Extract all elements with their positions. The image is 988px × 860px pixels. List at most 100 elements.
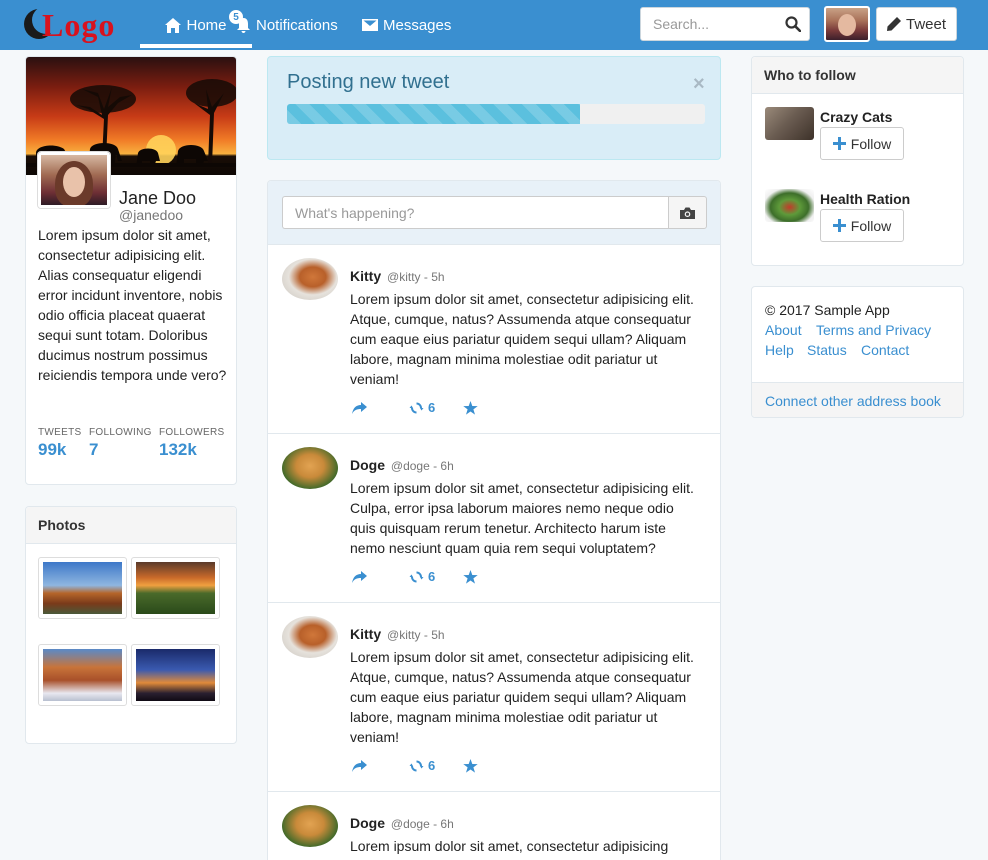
copyright: © 2017 Sample App xyxy=(765,302,890,318)
tweet-author[interactable]: Kitty @kitty - 5h xyxy=(350,268,445,284)
posting-progress-bar xyxy=(287,104,705,124)
share-icon xyxy=(352,759,367,772)
tweet-author[interactable]: Kitty @kitty - 5h xyxy=(350,626,445,642)
search-box xyxy=(640,7,810,41)
tweet-body: Lorem ipsum dolor sit amet, consectetur … xyxy=(350,291,694,387)
tweet-author-name: Kitty xyxy=(350,626,382,642)
tweet-author-name: Doge xyxy=(350,815,385,831)
stat-followers-value[interactable]: 132k xyxy=(159,440,197,460)
share-icon xyxy=(352,401,367,414)
logo[interactable]: Logo xyxy=(22,5,122,45)
profile-bio: Lorem ipsum dolor sit amet, consectetur … xyxy=(38,227,227,383)
stat-tweets-value[interactable]: 99k xyxy=(38,440,66,460)
stat-following-value[interactable]: 7 xyxy=(89,440,98,460)
home-icon xyxy=(165,17,182,33)
footer-link-terms[interactable]: Terms and Privacy xyxy=(816,322,931,338)
retweet-count: 6 xyxy=(428,758,436,773)
photo-thumbnail[interactable] xyxy=(38,557,127,619)
follow-button[interactable]: Follow xyxy=(820,127,904,160)
photo-sunset-lake xyxy=(136,562,215,614)
retweet-action[interactable]: 6 xyxy=(409,400,435,415)
profile-avatar[interactable] xyxy=(38,152,110,208)
plus-icon xyxy=(832,137,846,150)
pencil-icon xyxy=(886,17,901,31)
tweet-meta: @kitty - 5h xyxy=(387,628,445,642)
tweet-body: Lorem ipsum dolor sit amet, consectetur … xyxy=(350,480,694,556)
navbar: Logo Home 5 Notifications Messages Tweet xyxy=(0,0,988,50)
reply-action[interactable] xyxy=(352,401,367,414)
retweet-count: 6 xyxy=(428,400,436,415)
tweet-feed: Kitty @kitty - 5h Lorem ipsum dolor sit … xyxy=(267,180,721,860)
tweet-avatar[interactable] xyxy=(282,447,338,489)
tweet-avatar[interactable] xyxy=(282,258,338,300)
photo-rock-formation xyxy=(43,562,122,614)
favorite-action[interactable] xyxy=(463,400,478,415)
close-icon[interactable]: × xyxy=(693,73,705,96)
profile-card: Jane Doo @janedoo Lorem ipsum dolor sit … xyxy=(25,56,237,485)
tweet-author-name: Doge xyxy=(350,457,385,473)
nav-messages[interactable]: Messages xyxy=(362,0,451,50)
envelope-icon xyxy=(362,19,378,31)
profile-name[interactable]: Jane Doo xyxy=(119,188,196,209)
retweet-action[interactable]: 6 xyxy=(409,569,435,584)
follow-button[interactable]: Follow xyxy=(820,209,904,242)
favorite-action[interactable] xyxy=(463,569,478,584)
tweet-button-label: Tweet xyxy=(905,15,947,33)
photos-title: Photos xyxy=(26,507,236,544)
follow-suggestion-name[interactable]: Crazy Cats xyxy=(820,109,892,125)
avatar-face xyxy=(63,167,85,197)
tweet-author[interactable]: Doge @doge - 6h xyxy=(350,815,454,831)
photos-panel: Photos xyxy=(25,506,237,744)
tweet-actions: 6 xyxy=(352,569,478,584)
bell-icon xyxy=(237,17,250,33)
tweet-actions: 6 xyxy=(352,400,478,415)
star-icon xyxy=(463,400,478,415)
connect-address-book-link[interactable]: Connect other address book xyxy=(752,382,963,417)
compose-input[interactable] xyxy=(282,196,668,229)
tweet-button[interactable]: Tweet xyxy=(876,7,957,41)
posting-title: Posting new tweet xyxy=(287,71,450,93)
camera-button[interactable] xyxy=(668,196,707,229)
compose-bar xyxy=(268,181,720,245)
favorite-action[interactable] xyxy=(463,758,478,773)
reply-action[interactable] xyxy=(352,759,367,772)
photo-thumbnail[interactable] xyxy=(131,557,220,619)
search-icon[interactable] xyxy=(785,16,801,32)
photo-dusk-clouds xyxy=(136,649,215,701)
footer-link-contact[interactable]: Contact xyxy=(861,342,909,358)
retweet-icon xyxy=(409,571,424,582)
search-input[interactable] xyxy=(653,16,785,32)
footer-link-help[interactable]: Help xyxy=(765,342,794,358)
retweet-icon xyxy=(409,402,424,413)
tweet-body: Lorem ipsum dolor sit amet, consectetur … xyxy=(350,649,694,745)
who-to-follow-title: Who to follow xyxy=(752,57,963,94)
profile-handle: @janedoo xyxy=(119,207,184,223)
tweet-avatar[interactable] xyxy=(282,616,338,658)
retweet-count: 6 xyxy=(428,569,436,584)
stat-following-label: FOLLOWING xyxy=(89,427,152,438)
star-icon xyxy=(463,569,478,584)
photo-thumbnail[interactable] xyxy=(131,644,220,706)
user-avatar[interactable] xyxy=(824,6,870,42)
tweet-meta: @kitty - 5h xyxy=(387,270,445,284)
reply-action[interactable] xyxy=(352,570,367,583)
tweet-avatar[interactable] xyxy=(282,805,338,847)
share-icon xyxy=(352,570,367,583)
photo-thumbnail[interactable] xyxy=(38,644,127,706)
star-icon xyxy=(463,758,478,773)
footer-link-status[interactable]: Status xyxy=(807,342,847,358)
retweet-icon xyxy=(409,760,424,771)
retweet-action[interactable]: 6 xyxy=(409,758,435,773)
follow-suggestion-avatar[interactable] xyxy=(765,107,814,140)
follow-suggestion-name[interactable]: Health Ration xyxy=(820,191,910,207)
nav-notifications-label: Notifications xyxy=(256,16,338,34)
footer-link-about[interactable]: About xyxy=(765,322,802,338)
nav-notifications[interactable]: Notifications xyxy=(236,0,338,50)
tweet-author[interactable]: Doge @doge - 6h xyxy=(350,457,454,473)
stat-followers-label: FOLLOWERS xyxy=(159,427,225,438)
nav-home-label: Home xyxy=(186,16,227,34)
follow-suggestion-avatar[interactable] xyxy=(765,189,814,222)
follow-button-label: Follow xyxy=(850,135,892,152)
nav-messages-label: Messages xyxy=(383,16,452,34)
tweet-item: Doge @doge - 6h Lorem ipsum dolor sit am… xyxy=(268,434,720,603)
